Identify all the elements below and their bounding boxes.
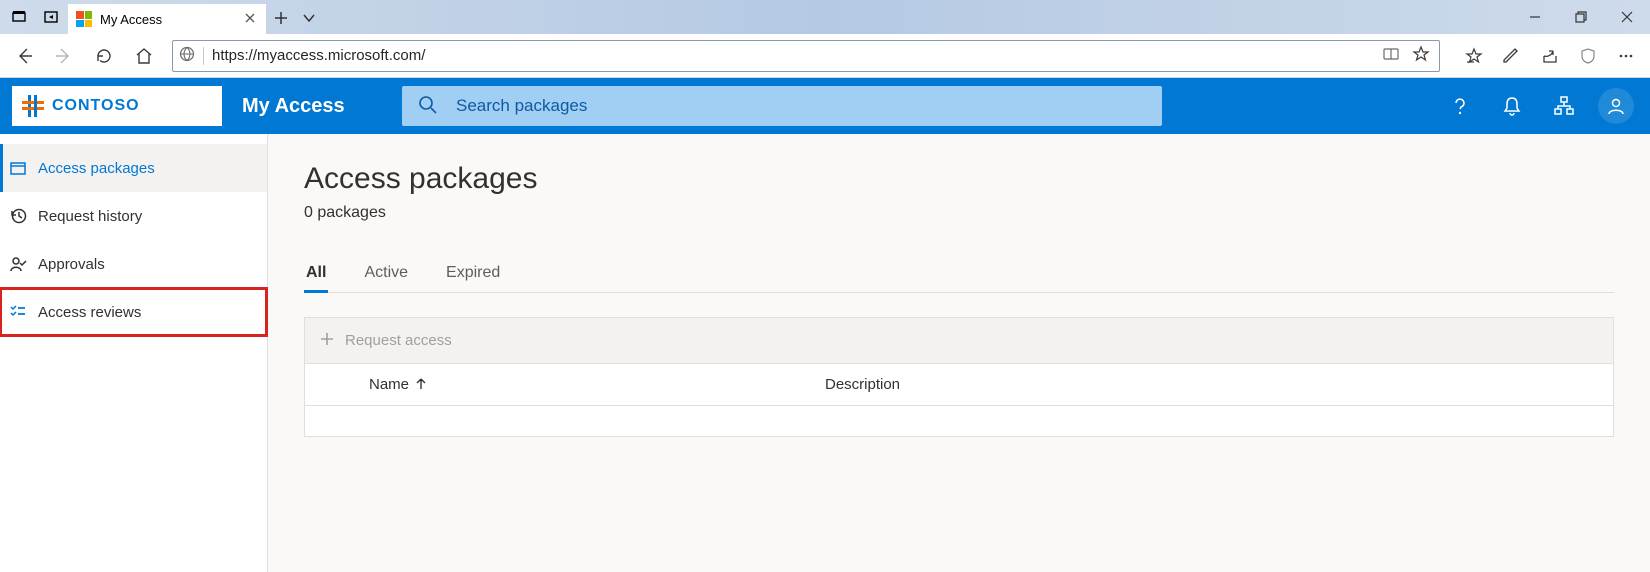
search-box[interactable] <box>402 86 1162 126</box>
search-icon <box>418 95 438 118</box>
browser-tab[interactable]: My Access <box>68 4 266 34</box>
tab-all[interactable]: All <box>304 264 328 292</box>
browser-toolbar <box>0 34 1650 78</box>
sidebar-item-access-reviews[interactable]: Access reviews <box>0 288 267 336</box>
sort-asc-icon[interactable] <box>415 377 427 393</box>
request-access-button[interactable]: Request access <box>345 332 452 349</box>
column-name[interactable]: Name <box>369 376 409 393</box>
help-button[interactable] <box>1438 84 1482 128</box>
nav-forward-button[interactable] <box>46 38 82 74</box>
sidebar-item-label: Access reviews <box>38 304 141 321</box>
command-bar: Request access <box>305 318 1613 364</box>
favorite-star-icon[interactable] <box>1413 46 1429 65</box>
reading-view-icon[interactable] <box>1383 46 1399 65</box>
window-title-bar: My Access <box>0 0 1650 34</box>
shield-icon[interactable] <box>1570 38 1606 74</box>
app-title: My Access <box>242 95 382 118</box>
tab-dropdown-icon[interactable] <box>302 11 316 28</box>
filter-tabs: All Active Expired <box>304 264 1614 293</box>
address-bar[interactable] <box>172 40 1440 72</box>
favorites-hub-icon[interactable] <box>1456 38 1492 74</box>
brand-logo-icon <box>22 95 44 117</box>
microsoft-logo-icon <box>76 11 92 27</box>
history-icon <box>8 207 28 225</box>
nav-back-button[interactable] <box>6 38 42 74</box>
sidebar-item-label: Access packages <box>38 160 155 177</box>
sidebar-item-request-history[interactable]: Request history <box>0 192 267 240</box>
nav-refresh-button[interactable] <box>86 38 122 74</box>
browser-tab-title: My Access <box>100 12 236 27</box>
brand-box[interactable]: CONTOSO <box>12 86 222 126</box>
url-input[interactable] <box>212 47 1375 64</box>
main-content: Access packages 0 packages All Active Ex… <box>268 134 1650 572</box>
set-aside-tabs-icon[interactable] <box>36 3 66 31</box>
packages-table: Request access Name Description <box>304 317 1614 437</box>
account-avatar[interactable] <box>1594 84 1638 128</box>
brand-name: CONTOSO <box>52 97 140 115</box>
window-restore-button[interactable] <box>1558 0 1604 34</box>
tab-expired[interactable]: Expired <box>444 264 502 292</box>
page-title: Access packages <box>304 162 1614 196</box>
search-input[interactable] <box>454 95 1146 117</box>
notifications-button[interactable] <box>1490 84 1534 128</box>
more-icon[interactable] <box>1608 38 1644 74</box>
tab-active[interactable]: Active <box>362 264 410 292</box>
sidebar-item-approvals[interactable]: Approvals <box>0 240 267 288</box>
column-description[interactable]: Description <box>825 376 900 393</box>
globe-icon <box>179 46 195 65</box>
sidebar: Access packages Request history Approval… <box>0 134 268 572</box>
empty-row <box>305 406 1613 436</box>
address-bar-separator <box>203 47 204 65</box>
window-minimize-button[interactable] <box>1512 0 1558 34</box>
avatar-icon <box>1598 88 1634 124</box>
close-tab-icon[interactable] <box>244 11 258 27</box>
person-check-icon <box>8 255 28 273</box>
new-tab-button[interactable] <box>274 11 288 28</box>
notes-icon[interactable] <box>1494 38 1530 74</box>
window-close-button[interactable] <box>1604 0 1650 34</box>
plus-icon <box>319 331 335 351</box>
checklist-icon <box>8 303 28 321</box>
sidebar-item-label: Approvals <box>38 256 105 273</box>
package-count: 0 packages <box>304 204 1614 222</box>
table-header: Name Description <box>305 364 1613 406</box>
share-icon[interactable] <box>1532 38 1568 74</box>
sidebar-item-label: Request history <box>38 208 142 225</box>
package-icon <box>8 159 28 177</box>
nav-home-button[interactable] <box>126 38 162 74</box>
app-header: CONTOSO My Access <box>0 78 1650 134</box>
taskview-icon[interactable] <box>4 3 34 31</box>
directory-button[interactable] <box>1542 84 1586 128</box>
sidebar-item-access-packages[interactable]: Access packages <box>0 144 267 192</box>
